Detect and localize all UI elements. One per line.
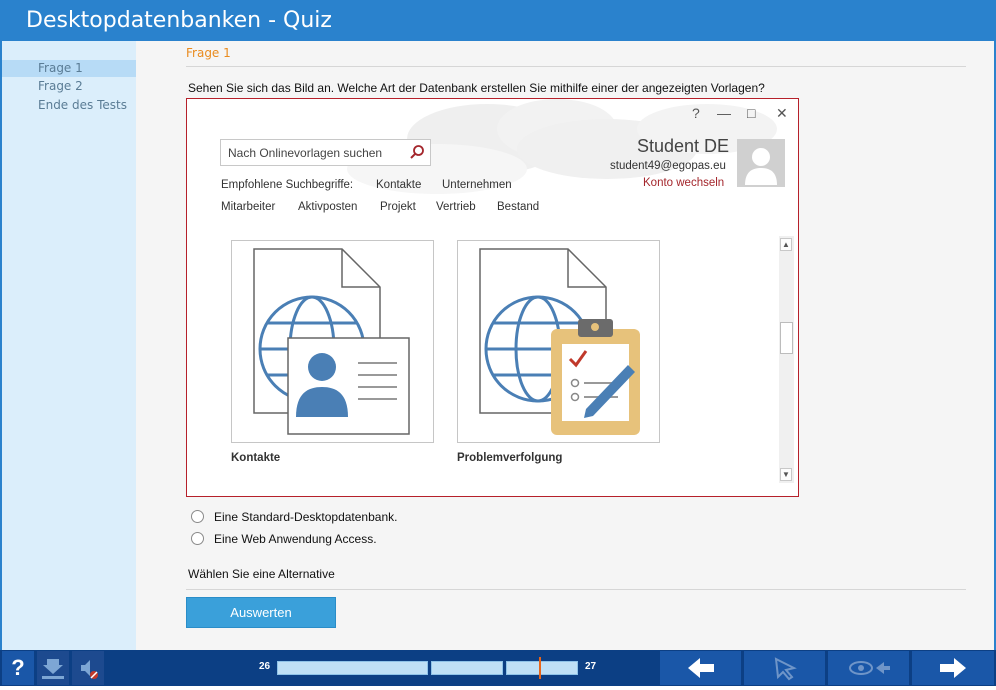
suggestion-kontakte: Kontakte (376, 179, 422, 191)
question-text: Sehen Sie sich das Bild an. Welche Art d… (188, 81, 765, 95)
preview-button[interactable] (828, 651, 909, 685)
sidebar: Frage 1 Frage 2 Ende des Tests (2, 41, 136, 650)
suggestion-aktivposten: Aktivposten (298, 201, 358, 213)
page-start: 26 (259, 661, 271, 672)
evaluate-button[interactable]: Auswerten (186, 597, 336, 628)
progress-marker (539, 657, 541, 679)
template-label-problemverfolgung: Problemverfolgung (457, 452, 563, 464)
template-label-kontakte: Kontakte (231, 452, 281, 464)
forward-arrow-icon (940, 658, 966, 678)
suggestion-vertrieb: Vertrieb (436, 201, 476, 213)
scroll-up-icon: ▲ (780, 238, 792, 251)
template-search-field: Nach Onlinevorlagen suchen (220, 139, 431, 166)
window-title: Desktopdatenbanken - Quiz (26, 8, 332, 33)
search-icon (409, 144, 425, 165)
answer-option-label: Eine Standard-Desktopdatenbank. (214, 510, 398, 524)
progress-segment (506, 661, 578, 675)
divider (186, 589, 966, 590)
mute-button[interactable] (72, 651, 104, 685)
contacts-template-icon (253, 248, 410, 435)
scroll-thumb (780, 322, 793, 354)
user-email: student49@egopas.eu (610, 160, 726, 172)
suggestion-unternehmen: Unternehmen (442, 179, 512, 191)
help-icon: ? (692, 105, 700, 121)
suggestion-mitarbeiter: Mitarbeiter (221, 201, 276, 213)
question-title: Frage 1 (186, 46, 231, 60)
template-tile-kontakte (231, 240, 434, 443)
avatar (737, 139, 785, 187)
question-image: ? — □ ✕ Nach Onlinevorlagen suchen Empfo… (186, 98, 799, 497)
close-icon: ✕ (776, 105, 788, 121)
download-icon (42, 659, 64, 679)
download-button[interactable] (37, 651, 69, 685)
answer-option-2[interactable]: Eine Web Anwendung Access. (191, 532, 377, 546)
divider (186, 66, 966, 67)
radio-button[interactable] (191, 532, 204, 545)
title-bar: Desktopdatenbanken - Quiz (0, 0, 996, 41)
search-placeholder: Nach Onlinevorlagen suchen (228, 146, 383, 160)
main-content: Frage 1 Sehen Sie sich das Bild an. Welc… (136, 41, 994, 650)
user-name: Student DE (637, 136, 730, 156)
suggestion-projekt: Projekt (380, 201, 416, 213)
sidebar-item-ende[interactable]: Ende des Tests (2, 97, 136, 114)
switch-account-link: Konto wechseln (643, 177, 725, 189)
progress-segment (431, 661, 503, 675)
eye-arrow-icon (849, 661, 890, 675)
sidebar-item-frage-1[interactable]: Frage 1 (2, 60, 136, 77)
template-scrollbar: ▲ ▼ (779, 236, 794, 483)
sidebar-item-frage-2[interactable]: Frage 2 (2, 78, 136, 95)
progress-segment (277, 661, 428, 675)
page-end: 27 (585, 661, 597, 672)
suggestion-bestand: Bestand (497, 201, 540, 213)
answer-option-label: Eine Web Anwendung Access. (214, 532, 377, 546)
maximize-icon: □ (747, 105, 756, 121)
mute-icon (81, 660, 98, 679)
back-arrow-icon (688, 658, 714, 678)
help-icon: ? (11, 655, 25, 680)
template-tile-problemverfolgung (457, 240, 660, 443)
forward-button[interactable] (912, 651, 994, 685)
back-button[interactable] (660, 651, 741, 685)
hint-text: Wählen Sie eine Alternative (188, 567, 335, 581)
suggestions-label: Empfohlene Suchbegriffe: (221, 179, 354, 191)
bottom-toolbar: ? 26 27 (0, 650, 996, 686)
minimize-icon: — (717, 105, 731, 121)
user-silhouette-icon (745, 148, 777, 185)
help-button[interactable]: ? (2, 651, 34, 685)
pointer-icon (774, 657, 797, 681)
pointer-button[interactable] (744, 651, 825, 685)
answer-option-1[interactable]: Eine Standard-Desktopdatenbank. (191, 510, 397, 524)
issue-tracking-template-icon (479, 248, 640, 435)
scroll-down-icon: ▼ (780, 468, 792, 481)
radio-button[interactable] (191, 510, 204, 523)
